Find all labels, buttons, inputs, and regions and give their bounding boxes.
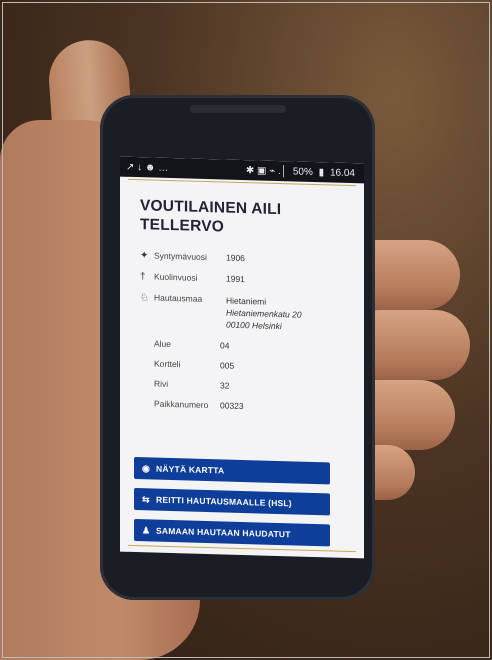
route-icon: ⇆ [142, 493, 150, 504]
button-label: SAMAAN HAUTAAN HAUDATUT [156, 525, 291, 540]
chapel-icon: ♘ [140, 292, 149, 304]
field-value: 1906 [226, 252, 245, 264]
field-label: Syntymävuosi [154, 250, 207, 263]
cross-icon: † [140, 271, 146, 283]
grave-area-row: Alue 04 [154, 339, 350, 354]
button-label: NÄYTÄ KARTTA [156, 463, 225, 476]
record-card: VOUTILAINEN AILI TELLERVO ✦ Syntymävuosi… [120, 180, 364, 415]
field-label: Paikkanumero [154, 398, 209, 411]
action-buttons: ◉ NÄYTÄ KARTTA ⇆ REITTI HAUTAUSMAALLE (H… [134, 456, 330, 555]
battery-icon: ▮ [318, 166, 325, 178]
death-year-row: † Kuolinvuosi 1991 [140, 271, 350, 288]
field-value: 32 [220, 380, 230, 391]
field-value: 1991 [226, 273, 245, 285]
field-label: Rivi [154, 378, 169, 389]
grave-row-row: Rivi 32 [154, 379, 350, 394]
deceased-name: VOUTILAINEN AILI TELLERVO [140, 197, 282, 236]
field-value: 04 [220, 340, 230, 351]
field-value: 00323 [220, 400, 244, 412]
system-icons: ✱ ▣ ⌁ .│ [245, 164, 288, 177]
cemetery-address: Hietaniemi Hietaniemenkatu 20 00100 Hels… [226, 295, 302, 333]
field-label: Hautausmaa [154, 292, 203, 304]
route-button[interactable]: ⇆ REITTI HAUTAUSMAALLE (HSL) [134, 487, 330, 516]
clock: 16.04 [329, 166, 355, 179]
status-right: ✱ ▣ ⌁ .│ 50% ▮ 16.04 [246, 165, 358, 179]
cemetery-city: 00100 Helsinki [226, 319, 282, 332]
people-icon: ♟ [142, 524, 151, 535]
show-map-button[interactable]: ◉ NÄYTÄ KARTTA [134, 456, 330, 485]
cemetery-row: ♘ Hautausmaa Hietaniemi Hietaniemenkatu … [140, 292, 350, 334]
notification-icons: ↗ ↓ ☻ … [126, 161, 169, 174]
phone-screen: ↗ ↓ ☻ … ✱ ▣ ⌁ .│ 50% ▮ 16.04 VOUTILAINEN… [120, 156, 364, 559]
field-label: Kortteli [154, 358, 181, 370]
birth-year-row: ✦ Syntymävuosi 1906 [140, 250, 350, 267]
map-pin-icon: ◉ [142, 462, 151, 473]
battery-level: 50% [292, 165, 313, 178]
phone-earpiece [190, 105, 286, 113]
field-value: 005 [220, 360, 235, 371]
button-label: REITTI HAUTAUSMAALLE (HSL) [156, 494, 292, 509]
star-icon: ✦ [140, 250, 149, 262]
field-label: Alue [154, 338, 172, 350]
same-grave-button[interactable]: ♟ SAMAAN HAUTAAN HAUDATUT [134, 518, 330, 547]
grave-number-row: Paikkanumero 00323 [154, 399, 350, 414]
cemetery-name: Hietaniemi [226, 295, 267, 307]
grave-block-row: Kortteli 005 [154, 359, 350, 374]
field-label: Kuolinvuosi [154, 271, 198, 283]
